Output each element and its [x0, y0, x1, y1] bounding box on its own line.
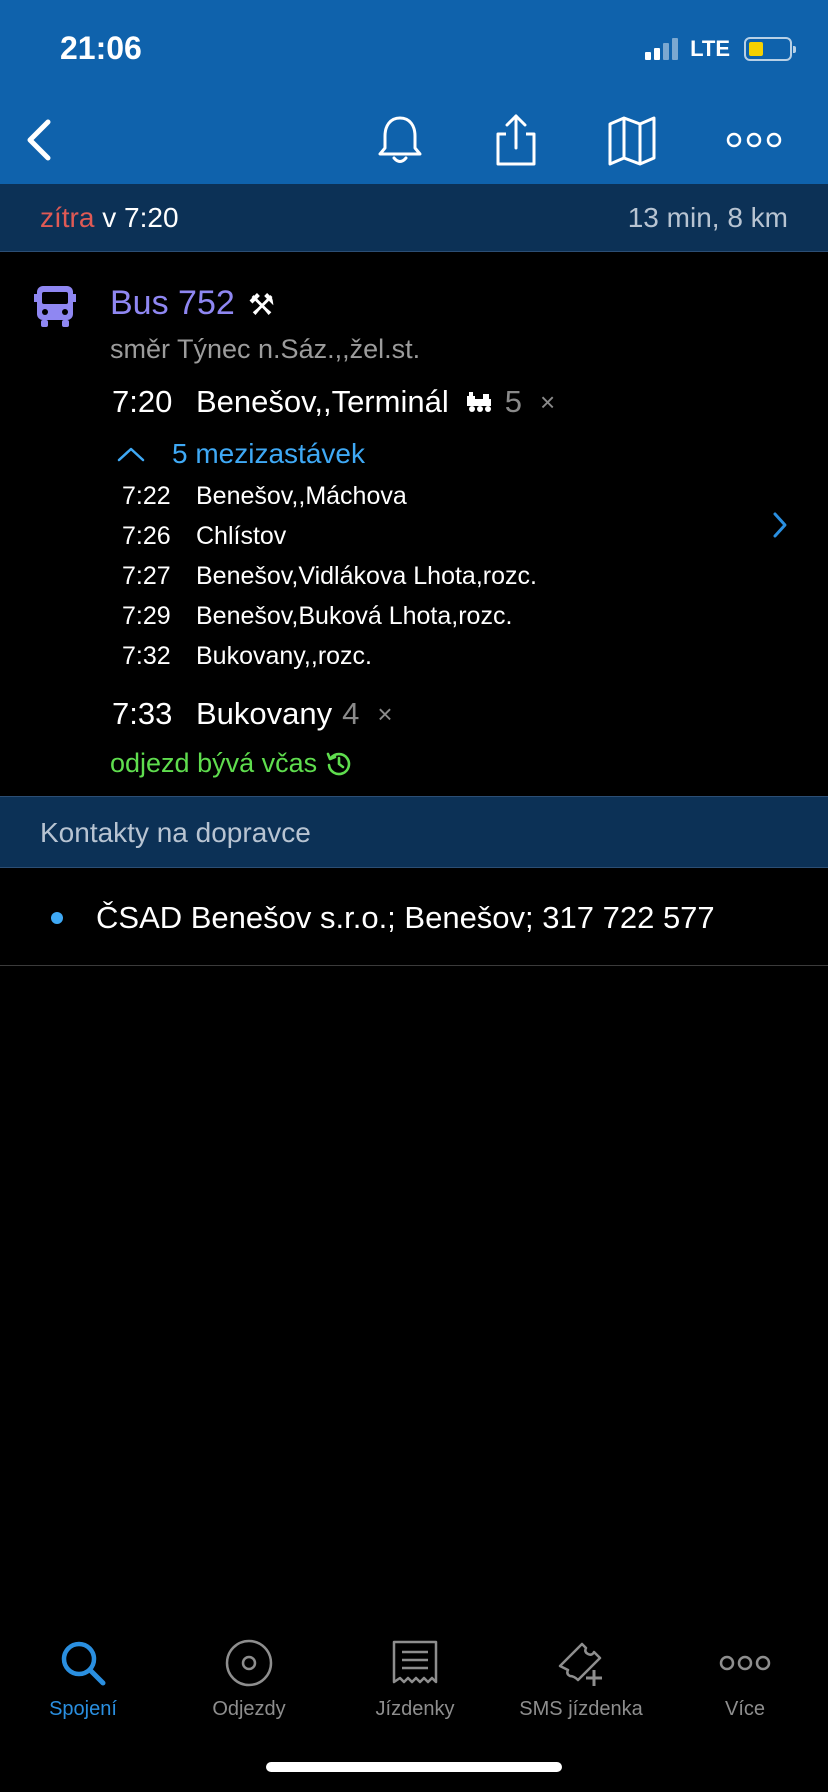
stop-name: Bukovany,,rozc.: [196, 642, 373, 670]
stop-name: Chlístov: [196, 522, 287, 550]
stop-time: 7:27: [122, 562, 171, 590]
signal-icon: [645, 38, 679, 60]
departure-stop-name: Benešov,,Terminál: [196, 384, 449, 419]
line-name[interactable]: Bus 752: [110, 284, 235, 323]
tab-jizdenky[interactable]: Jízdenky: [332, 1620, 498, 1730]
tab-label: Spojení: [49, 1698, 117, 1720]
chevron-left-icon[interactable]: [22, 116, 58, 164]
arrival-stop-name: Bukovany: [196, 696, 333, 731]
arrival-stop[interactable]: 7:33 Bukovany 4 ×: [112, 696, 393, 732]
more-icon: [719, 1655, 771, 1671]
punctuality-info: odjezd bývá včas: [110, 748, 353, 779]
departure-stop[interactable]: 7:20 Benešov,,Terminál 5 ×: [112, 384, 555, 420]
tab-label: Více: [724, 1698, 766, 1720]
arrival-time: 7:33: [112, 696, 173, 731]
map-icon[interactable]: [604, 112, 660, 168]
tab-bar: Spojení Odjezdy Jízdenky SMS jízdenka Ví…: [0, 1620, 828, 1730]
intermediate-stops-label: 5 mezizastávek: [172, 438, 365, 469]
contact-item[interactable]: ČSAD Benešov s.r.o.; Benešov; 317 722 57…: [0, 870, 828, 966]
stop-time: 7:22: [122, 482, 171, 510]
intermediate-stops-toggle[interactable]: 5 mezizastávek: [112, 438, 365, 470]
departure-flag: ×: [539, 386, 556, 417]
punctuality-label: odjezd bývá včas: [110, 748, 318, 778]
bullet-icon: [51, 912, 63, 924]
bus-icon: [34, 286, 76, 327]
arrival-flag: ×: [377, 698, 393, 729]
share-icon[interactable]: [488, 112, 544, 168]
list-item: 7:32 Bukovany,,rozc.: [122, 642, 372, 671]
bell-icon[interactable]: [372, 112, 428, 168]
departure-platform: 5: [504, 384, 522, 419]
battery-icon: [744, 37, 796, 61]
clock-circle-icon: [225, 1639, 273, 1687]
tab-vice[interactable]: Více: [662, 1620, 828, 1730]
departure-day: zítra: [40, 202, 95, 233]
sms-ticket-icon: [558, 1642, 602, 1686]
more-icon[interactable]: [726, 112, 782, 168]
departure-time-text: v 7:20: [94, 202, 179, 233]
top-bar: 21:06 LTE: [0, 0, 828, 184]
stop-time: 7:29: [122, 602, 171, 630]
departure-summary: zítra v 7:20: [40, 202, 179, 234]
chevron-up-icon: [117, 447, 145, 462]
tools-icon: ⚒: [248, 289, 275, 322]
network-type: LTE: [690, 36, 730, 61]
departure-time: 7:20: [112, 384, 173, 419]
status-indicators: LTE: [645, 36, 796, 62]
search-icon: [61, 1641, 106, 1686]
list-item: 7:26 Chlístov: [122, 522, 286, 551]
contact-text: ČSAD Benešov s.r.o.; Benešov; 317 722 57…: [96, 900, 715, 935]
stop-time: 7:32: [122, 642, 171, 670]
line-direction: směr Týnec n.Sáz.,,žel.st.: [110, 334, 421, 364]
list-item: 7:27 Benešov,Vidlákova Lhota,rozc.: [122, 562, 537, 591]
list-item: 7:22 Benešov,,Máchova: [122, 482, 407, 511]
ticket-icon: [392, 1640, 438, 1684]
trip-summary: zítra v 7:20 13 min, 8 km: [0, 184, 828, 252]
stop-time: 7:26: [122, 522, 171, 550]
home-indicator[interactable]: [266, 1762, 562, 1772]
status-time: 21:06: [60, 30, 142, 66]
chevron-right-icon[interactable]: [770, 510, 790, 540]
tab-sms-jizdenka[interactable]: SMS jízdenka: [498, 1620, 664, 1730]
stop-name: Benešov,,Máchova: [196, 482, 407, 510]
history-icon: [326, 752, 351, 775]
trip-duration: 13 min, 8 km: [627, 202, 788, 233]
tab-label: Odjezdy: [212, 1698, 286, 1720]
tab-odjezdy[interactable]: Odjezdy: [166, 1620, 332, 1730]
list-item: 7:29 Benešov,Buková Lhota,rozc.: [122, 602, 512, 631]
stop-name: Benešov,Vidlákova Lhota,rozc.: [196, 562, 537, 590]
tab-label: Jízdenky: [375, 1698, 455, 1720]
arrival-platform: 4: [342, 696, 360, 731]
tab-spojeni[interactable]: Spojení: [0, 1620, 166, 1730]
contacts-title: Kontakty na dopravce: [40, 817, 311, 848]
train-icon: [466, 392, 491, 412]
contacts-header: Kontakty na dopravce: [0, 796, 828, 868]
stop-name: Benešov,Buková Lhota,rozc.: [196, 602, 513, 630]
tab-label: SMS jízdenka: [519, 1698, 643, 1720]
